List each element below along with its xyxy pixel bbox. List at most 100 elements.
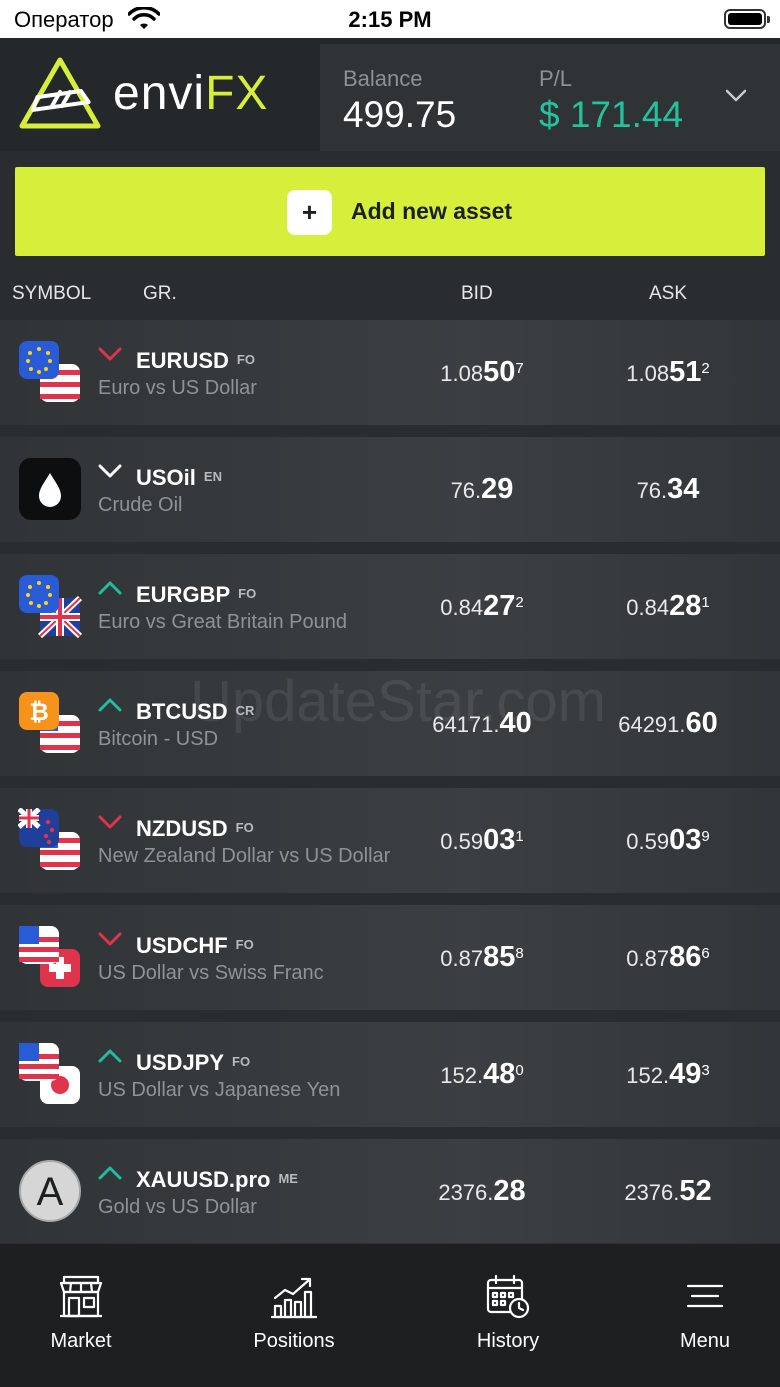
asset-group: FO [232, 1054, 251, 1069]
eu-uk-flags-icon [19, 575, 82, 638]
bitcoin-us-icon: ₿ [19, 692, 80, 753]
pl-value: $ 171.44 [539, 94, 684, 135]
asset-symbol: USDJPY FO [136, 1050, 251, 1075]
bid-price: 1.08507 [440, 356, 524, 388]
plus-icon: + [287, 190, 332, 235]
asset-symbol: USDCHF FO [136, 933, 254, 958]
balance-value: 499.75 [343, 94, 457, 135]
account-summary[interactable]: Balance 499.75 P/L $ 171.44 [320, 44, 780, 151]
asset-description: US Dollar vs Swiss Franc [98, 962, 324, 984]
asset-row-xauusd[interactable]: A XAUUSD.pro ME Gold vs US Dollar 2376.28… [0, 1139, 780, 1244]
app-header: enviFX Balance 499.75 P/L $ 171.44 [0, 38, 780, 151]
asset-group: FO [235, 937, 254, 952]
asset-group: EN [203, 469, 222, 484]
us-jp-flags-icon [19, 1043, 80, 1104]
asset-group: FO [238, 586, 257, 601]
ask-price: 0.59039 [626, 824, 710, 856]
clock: 2:15 PM [348, 7, 432, 32]
calendar-clock-icon [486, 1274, 530, 1319]
bottom-tab-bar: Market Positions History Menu [0, 1243, 780, 1387]
tab-menu[interactable]: Menu [625, 1274, 780, 1353]
header-ask: ASK [649, 283, 688, 304]
asset-symbol: NZDUSD FO [136, 816, 254, 841]
tab-label: Menu [679, 1330, 731, 1352]
asset-description: Crude Oil [98, 494, 183, 516]
ask-price: 152.493 [626, 1058, 710, 1090]
bid-price: 0.84272 [440, 590, 524, 622]
add-asset-label: Add new asset [351, 198, 513, 224]
trend-down-icon [98, 932, 122, 946]
asset-symbol: USOil EN [136, 465, 222, 490]
column-headers: SYMBOL GR. BID ASK [0, 283, 780, 313]
asset-row-usdchf[interactable]: USDCHF FO US Dollar vs Swiss Franc 0.8785… [0, 905, 780, 1010]
chart-up-icon [271, 1277, 317, 1319]
asset-symbol: EURUSD FO [136, 348, 255, 373]
chevron-down-icon[interactable] [724, 86, 748, 104]
nz-us-flags-icon [18, 808, 80, 870]
asset-row-eurusd[interactable]: EURUSD FO Euro vs US Dollar 1.08507 1.085… [0, 320, 780, 425]
pl-label: P/L [539, 66, 573, 91]
bid-price: 152.480 [440, 1058, 524, 1090]
eu-us-flags-icon [19, 341, 80, 402]
asset-group: ME [278, 1171, 298, 1186]
logo-mark-icon [19, 57, 101, 129]
battery-icon [724, 9, 770, 29]
ask-price: 2376.52 [624, 1175, 712, 1207]
asset-description: Euro vs US Dollar [98, 377, 257, 399]
trend-down-icon [98, 347, 122, 361]
trend-down-icon [98, 815, 122, 829]
asset-group: FO [235, 820, 254, 835]
tab-label: History [476, 1330, 540, 1352]
asset-group: FO [236, 352, 255, 367]
tab-label: Positions [253, 1330, 335, 1352]
bid-price: 76.29 [450, 473, 514, 505]
trend-up-icon [98, 1049, 122, 1063]
asset-group: CR [235, 703, 255, 718]
asset-description: Euro vs Great Britain Pound [98, 611, 348, 633]
asset-symbol: XAUUSD.pro ME [136, 1167, 298, 1192]
asset-row-eurgbp[interactable]: EURGBP FO Euro vs Great Britain Pound 0.8… [0, 554, 780, 659]
trend-neutral-icon [98, 464, 122, 478]
asset-row-btcusd[interactable]: ₿ BTCUSD CR Bitcoin - USD 64171.40 64291.… [0, 671, 780, 776]
header-symbol: SYMBOL [12, 283, 92, 304]
ask-price: 64291.60 [618, 707, 718, 739]
trend-up-icon [98, 581, 122, 595]
ask-price: 1.08512 [626, 356, 710, 388]
tab-positions[interactable]: Positions [214, 1274, 374, 1353]
asset-symbol: EURGBP FO [136, 582, 257, 607]
oil-drop-icon [19, 458, 81, 520]
trend-up-icon [98, 1166, 122, 1180]
svg-text:₿: ₿ [29, 699, 49, 726]
tab-label: Market [50, 1330, 112, 1352]
asset-description: Gold vs US Dollar [98, 1196, 257, 1218]
ask-price: 0.84281 [626, 590, 710, 622]
ask-price: 76.34 [636, 473, 700, 505]
add-new-asset-button[interactable]: + Add new asset [15, 167, 765, 256]
header-group: GR. [143, 283, 177, 304]
store-icon [59, 1275, 103, 1318]
asset-row-nzdusd[interactable]: NZDUSD FO New Zealand Dollar vs US Dollar… [0, 788, 780, 893]
bid-price: 0.59031 [440, 824, 524, 856]
us-ch-flags-icon [19, 926, 80, 987]
asset-row-usoil[interactable]: USOil EN Crude Oil 76.29 76.34 [0, 437, 780, 542]
hamburger-icon [686, 1284, 724, 1308]
svg-text:A: A [37, 1170, 64, 1214]
bid-price: 2376.28 [438, 1175, 526, 1207]
status-bar: Оператор 2:15 PM [0, 0, 780, 38]
bid-price: 0.87858 [440, 941, 524, 973]
envifx-logo: enviFX [18, 56, 318, 136]
ask-price: 0.87866 [626, 941, 710, 973]
asset-description: US Dollar vs Japanese Yen [98, 1079, 341, 1101]
asset-description: New Zealand Dollar vs US Dollar [98, 845, 391, 867]
balance-label: Balance [343, 66, 423, 91]
trend-up-icon [98, 698, 122, 712]
header-bid: BID [461, 283, 493, 304]
bid-price: 64171.40 [432, 707, 532, 739]
asset-description: Bitcoin - USD [98, 728, 219, 750]
letter-a-avatar-icon: A [19, 1160, 81, 1222]
asset-row-usdjpy[interactable]: USDJPY FO US Dollar vs Japanese Yen 152.4… [0, 1022, 780, 1127]
tab-history[interactable]: History [428, 1274, 588, 1353]
asset-symbol: BTCUSD CR [136, 699, 255, 724]
tab-market[interactable]: Market [1, 1274, 161, 1353]
logo-wordmark: enviFX [113, 67, 269, 120]
